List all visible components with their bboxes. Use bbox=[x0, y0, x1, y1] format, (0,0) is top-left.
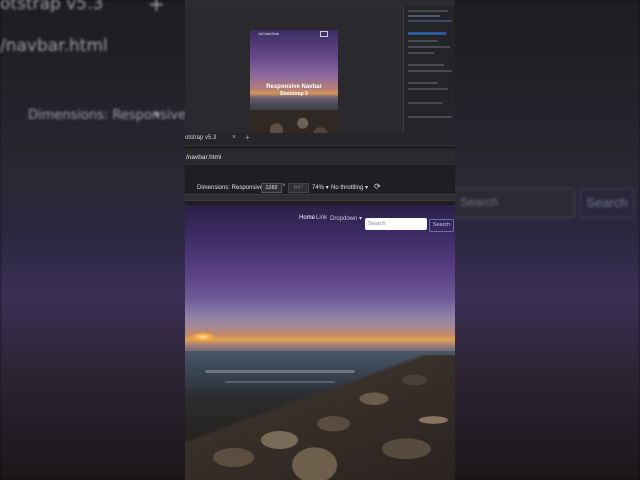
zoom-select[interactable]: 74% ▾ bbox=[312, 184, 329, 191]
rocks bbox=[185, 355, 455, 480]
dimensions-select[interactable]: Dimensions: Responsive ▾ bbox=[197, 184, 268, 191]
bg-dimensions: Dimensions: Responsive bbox=[28, 108, 187, 123]
bg-url: /navbar.html bbox=[0, 36, 108, 56]
nav-link[interactable]: Link bbox=[316, 215, 327, 221]
throttling-select[interactable]: No throttling ▾ bbox=[331, 184, 368, 191]
screen-recording: JsCodeHub Responsive Navbar Bootstrap 5 … bbox=[185, 0, 455, 480]
rotate-icon[interactable]: ⟳ bbox=[374, 182, 381, 191]
bg-tab-label: otstrap v5.3 bbox=[0, 0, 104, 14]
page-viewport bbox=[185, 205, 455, 480]
mobile-preview: JsCodeHub Responsive Navbar Bootstrap 5 bbox=[250, 30, 338, 143]
new-tab-icon[interactable]: + bbox=[245, 133, 250, 142]
nav-dropdown[interactable]: Dropdown ▾ bbox=[330, 215, 362, 222]
device-emulation-area: JsCodeHub Responsive Navbar Bootstrap 5 bbox=[185, 8, 403, 143]
address-bar[interactable] bbox=[185, 149, 455, 165]
preview-hero-title: Responsive Navbar bbox=[266, 84, 322, 90]
search-button[interactable]: Search bbox=[429, 219, 454, 232]
hamburger-icon[interactable] bbox=[320, 31, 328, 37]
ruler bbox=[185, 194, 455, 201]
bg-dimensions-caret: ▾ bbox=[154, 108, 160, 121]
times-label: × bbox=[282, 183, 286, 189]
preview-brand: JsCodeHub bbox=[258, 31, 279, 36]
search-input[interactable]: Search bbox=[365, 218, 427, 230]
bg-new-tab-icon: + bbox=[148, 0, 165, 16]
browser-tab-strip bbox=[185, 133, 455, 146]
height-input[interactable]: 847 bbox=[288, 183, 309, 193]
browser-tab[interactable]: otstrap v5.3 bbox=[185, 135, 216, 141]
preview-hero-subtitle: Bootstrap 5 bbox=[280, 91, 308, 97]
bg-search-placeholder: Search bbox=[460, 195, 499, 209]
bg-search-button: Search bbox=[580, 188, 634, 218]
url-text: /navbar.html bbox=[186, 154, 222, 161]
close-icon[interactable]: × bbox=[232, 134, 236, 141]
bg-search-input: Search bbox=[445, 188, 575, 218]
sun bbox=[190, 332, 216, 342]
nav-home[interactable]: Home bbox=[299, 215, 315, 221]
devtools-panel bbox=[403, 6, 455, 138]
width-input[interactable]: 1282 bbox=[261, 183, 282, 193]
